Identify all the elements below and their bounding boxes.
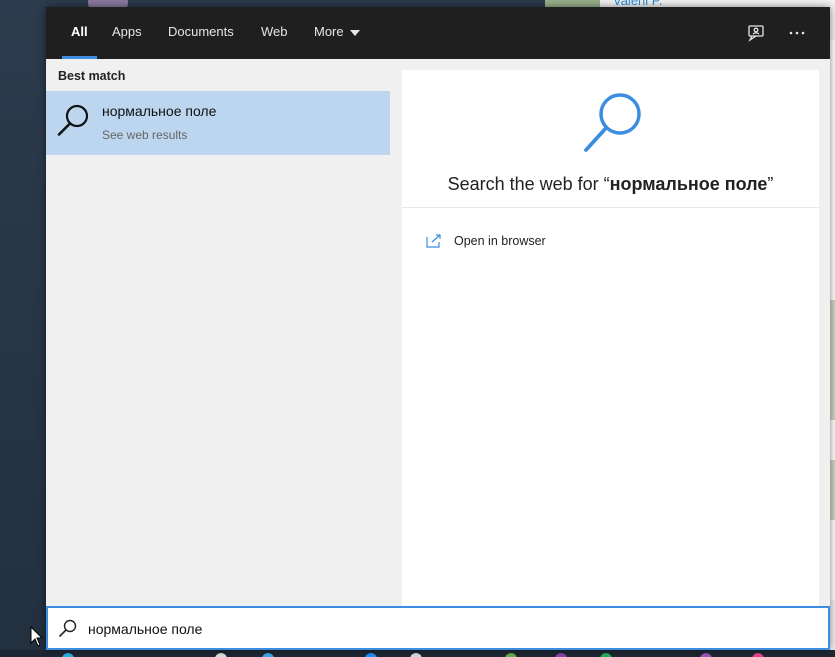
search-panel: All Apps Documents Web More Best match н… [46,7,830,650]
result-title: нормальное поле [102,103,217,119]
chevron-down-icon [349,29,360,36]
preview-pane: Search the web for “нормальное поле” Ope… [402,70,819,606]
preview-heading: Search the web for “нормальное поле” [402,174,819,195]
tab-more[interactable]: More [314,7,360,59]
taskbar-app-icon[interactable] [62,653,74,657]
taskbar [0,650,835,657]
tab-web[interactable]: Web [261,7,288,59]
tab-label: Apps [112,24,142,39]
search-input[interactable] [86,616,790,642]
tab-label: All [71,24,88,39]
best-match-heading: Best match [58,69,126,83]
ellipsis-icon[interactable] [785,21,809,45]
taskbar-app-icon[interactable] [505,653,517,657]
preview-query: нормальное поле [609,174,768,194]
search-icon [584,93,641,152]
tab-label: More [314,24,344,39]
tab-documents[interactable]: Documents [168,7,234,59]
taskbar-app-icon[interactable] [262,653,274,657]
results-list: Best match нормальное поле See web resul… [46,59,390,605]
search-filter-bar: All Apps Documents Web More [46,7,830,59]
action-label: Open in browser [454,234,546,248]
feedback-icon[interactable] [744,21,768,45]
tab-all[interactable]: All [62,7,97,59]
result-subtitle: See web results [102,128,188,142]
taskbar-app-icon[interactable] [600,653,612,657]
taskbar-app-icon[interactable] [555,653,567,657]
mouse-cursor-icon [30,626,44,647]
taskbar-app-icon[interactable] [700,653,712,657]
tab-apps[interactable]: Apps [112,7,142,59]
tab-label: Web [261,24,288,39]
preview-prefix: Search the web for “ [447,174,610,194]
taskbar-app-icon[interactable] [365,653,377,657]
search-box[interactable] [46,606,830,650]
best-match-result[interactable]: нормальное поле See web results [46,91,390,155]
taskbar-app-icon[interactable] [752,653,764,657]
search-icon [59,619,77,637]
preview-suffix: ” [767,174,774,194]
open-in-browser-action[interactable]: Open in browser [426,230,546,252]
divider [402,207,819,208]
taskbar-app-icon[interactable] [410,653,422,657]
open-browser-icon [426,234,441,248]
search-icon [57,104,89,136]
taskbar-app-icon[interactable] [215,653,227,657]
tab-label: Documents [168,24,234,39]
